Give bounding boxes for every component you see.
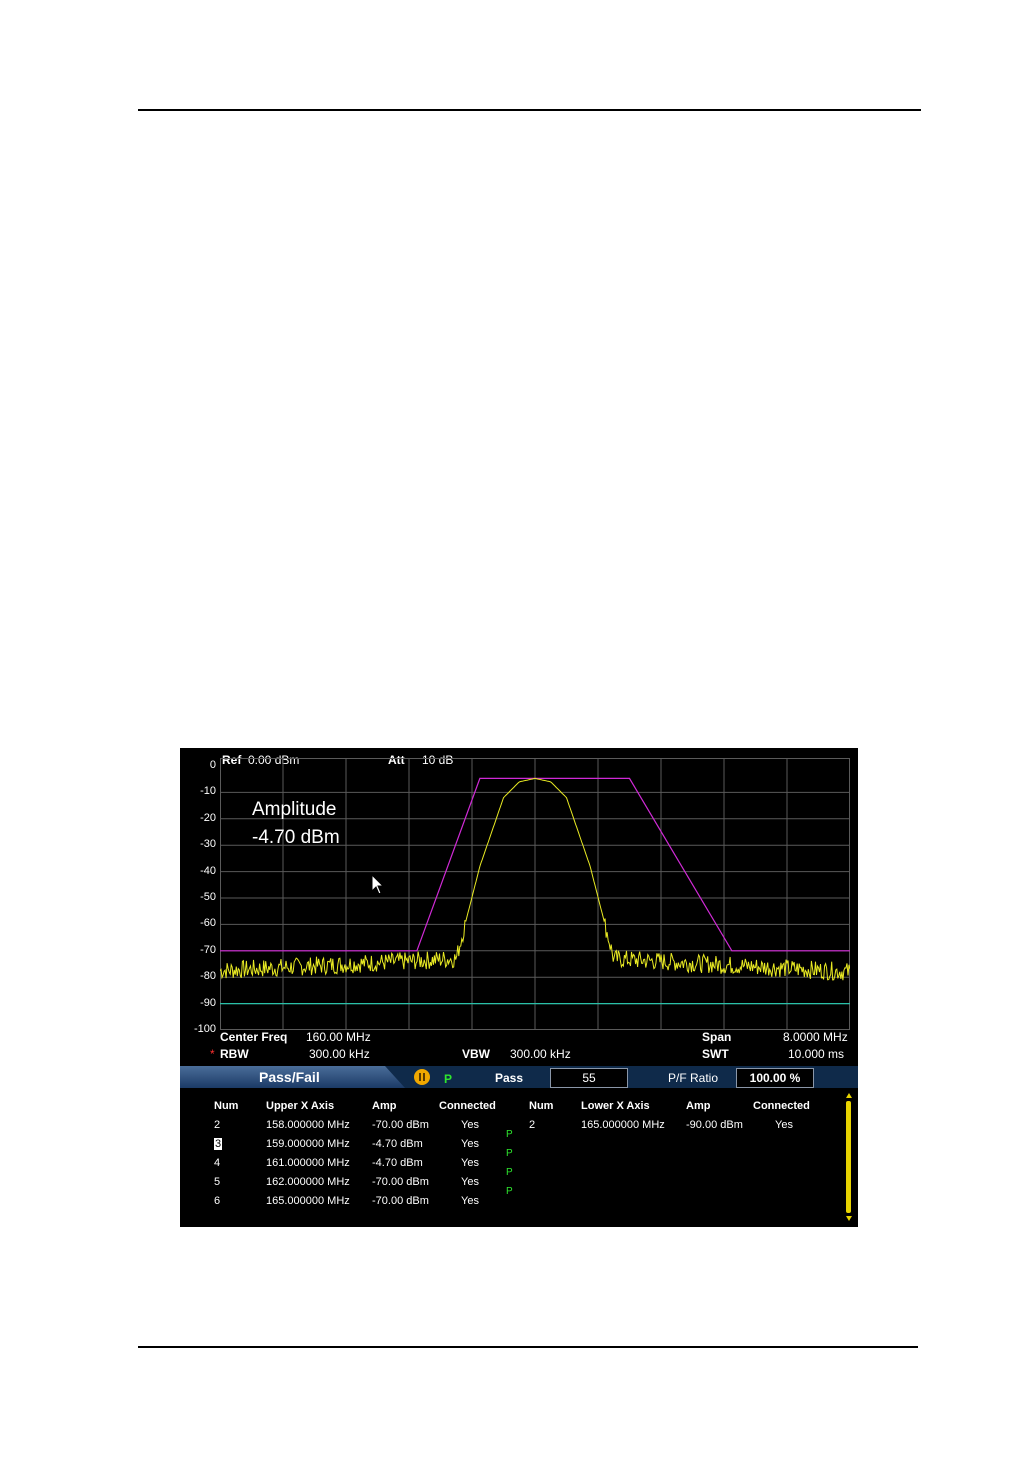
upper-table-cell: 4 [214,1157,221,1169]
upper-table-cell: 159.000000 MHz [266,1138,350,1150]
scroll-down-icon[interactable] [846,1216,852,1221]
upper-table-cell: -70.00 dBm [372,1119,429,1131]
lower-table-cell: -90.00 dBm [686,1119,743,1131]
upper-table-cell: 5 [214,1176,221,1188]
segment-result: P [506,1167,513,1178]
y-tick-label: -30 [200,838,216,851]
upper-table-cell: 162.000000 MHz [266,1176,350,1188]
amplitude-label: Amplitude [252,799,337,820]
pass-count-field: 55 [550,1068,628,1088]
upper-table-cell: 6 [214,1195,221,1207]
y-tick-label: -80 [200,970,216,983]
upper-table-cell: 165.000000 MHz [266,1195,350,1207]
upper-table-cell: Yes [461,1176,479,1188]
segment-result: P [506,1148,513,1159]
pass-fail-title: Pass/Fail [259,1069,320,1085]
upper-table-header: Amp [372,1100,397,1112]
rbw-value: 300.00 kHz [309,1047,370,1061]
upper-table-cell: 158.000000 MHz [266,1119,350,1131]
span-label: Span [702,1030,732,1044]
upper-table-cell: -70.00 dBm [372,1176,429,1188]
pause-icon[interactable] [414,1069,430,1085]
center-freq-label: Center Freq [220,1030,288,1044]
spectrum-analyzer-screen: Ref 0.00 dBm Att 10 dB 0 -10 -20 -30 -40 -50-… [180,748,858,1227]
rbw-label: RBW [220,1047,249,1061]
y-tick-label: -60 [200,917,216,930]
amplitude-value: -4.70 dBm [252,827,340,848]
scroll-thumb[interactable] [846,1101,851,1213]
swt-label: SWT [702,1047,729,1061]
y-tick-label: 0 [209,759,216,771]
span-value: 8.0000 MHz [783,1030,848,1044]
header-rule [138,109,921,111]
y-tick-label: -10 [200,785,216,798]
y-tick-label: -20 [200,811,216,824]
upper-table-header: Connected [439,1100,496,1112]
vbw-label: VBW [462,1047,490,1061]
footer-rule [138,1346,918,1348]
upper-table-cell: Yes [461,1157,479,1169]
upper-table-cell: Yes [461,1119,479,1131]
y-tick-label: -50 [200,891,216,903]
lower-table-cell: Yes [775,1119,793,1131]
mouse-cursor-icon [371,874,385,895]
lower-table-header: Amp [686,1100,711,1112]
upper-table-cell: Yes [461,1138,479,1150]
rbw-asterisk: * [210,1047,215,1061]
y-tick-label: -100 [193,1023,216,1035]
swt-value: 10.000 ms [788,1047,845,1061]
upper-table-cell: -4.70 dBm [372,1157,423,1169]
lower-table-header: Connected [753,1100,810,1112]
upper-table-cell: 2 [214,1119,221,1131]
upper-table-cell: -70.00 dBm [372,1195,429,1207]
ratio-label: P/F Ratio [668,1071,719,1085]
scroll-up-icon[interactable] [846,1093,852,1098]
upper-table-cell: 161.000000 MHz [266,1157,350,1169]
vbw-value: 300.00 kHz [510,1047,571,1061]
lower-table-header: Num [529,1100,554,1112]
segment-result: P [506,1129,513,1140]
upper-table-cell: 3 [214,1138,223,1150]
upper-table-header: Upper X Axis [266,1100,335,1112]
lower-table-cell: 2 [529,1119,536,1131]
status-letter: P [444,1072,453,1086]
segment-result: P [506,1186,513,1197]
ratio-value-field: 100.00 % [736,1068,814,1088]
lower-table-cell: 165.000000 MHz [581,1119,665,1131]
y-tick-label: -40 [200,864,216,877]
y-tick-label: -90 [200,996,216,1009]
center-freq-value: 160.00 MHz [306,1030,371,1044]
lower-table-header: Lower X Axis [581,1100,650,1112]
y-tick-label: -70 [200,943,216,956]
upper-table-header: Num [214,1100,239,1112]
upper-table-cell: Yes [461,1195,479,1207]
upper-table-cell: -4.70 dBm [372,1138,423,1150]
pass-label: Pass [495,1071,524,1085]
table-scrollbar[interactable] [844,1093,854,1223]
